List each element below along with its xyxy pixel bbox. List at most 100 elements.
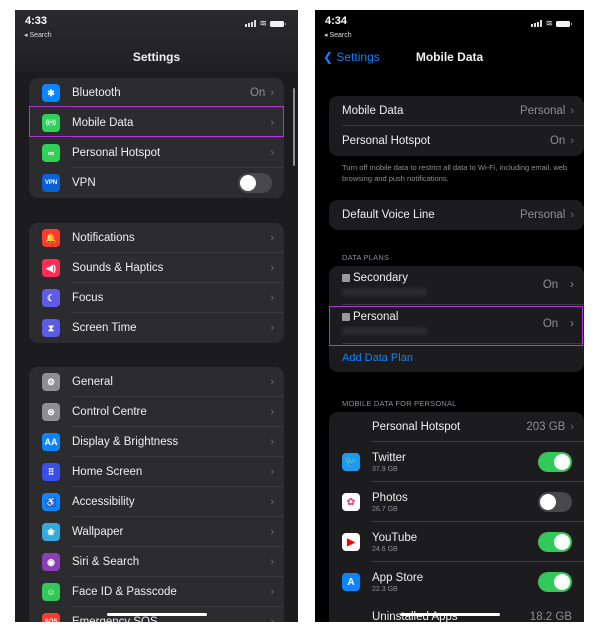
app-data-toggle[interactable] bbox=[538, 452, 572, 472]
battery-icon bbox=[556, 20, 572, 27]
connectivity-group: ✱ Bluetooth On › ((•)) Mobile Data › ∞ Personal … bbox=[29, 78, 284, 198]
row-value: On bbox=[549, 135, 566, 147]
app-data-toggle[interactable] bbox=[538, 572, 572, 592]
app-usage-row: ▶ YouTube 24.6 GB bbox=[329, 522, 584, 562]
chevron-right-icon: › bbox=[270, 496, 274, 508]
mobile-data-group: Mobile Data Personal › Personal Hotspot … bbox=[329, 96, 584, 156]
row-label: Home Screen bbox=[72, 466, 143, 478]
row-value: Personal bbox=[519, 209, 566, 221]
page-title: Settings bbox=[132, 50, 181, 64]
settings-row-accessibility[interactable]: ♿ Accessibility › bbox=[29, 487, 284, 517]
personal-hotspot-row[interactable]: Personal Hotspot On › bbox=[329, 126, 584, 156]
scrollbar[interactable] bbox=[293, 88, 295, 166]
toggle-knob bbox=[554, 454, 570, 470]
bluetooth-icon: ✱ bbox=[42, 84, 60, 102]
face-id-icon: ☺ bbox=[42, 583, 60, 601]
settings-row-notifications[interactable]: 🔔 Notifications › bbox=[29, 223, 284, 253]
vpn-toggle[interactable] bbox=[238, 173, 272, 193]
row-label: Screen Time bbox=[72, 322, 137, 334]
settings-row-wallpaper[interactable]: ❀ Wallpaper › bbox=[29, 517, 284, 547]
settings-row-sounds-haptics[interactable]: ◀) Sounds & Haptics › bbox=[29, 253, 284, 283]
settings-row-screen-time[interactable]: ⧗ Screen Time › bbox=[29, 313, 284, 343]
chevron-right-icon: › bbox=[270, 262, 274, 274]
sim-badge-icon bbox=[342, 274, 350, 282]
row-label: Bluetooth bbox=[72, 87, 121, 99]
chevron-right-icon: › bbox=[270, 232, 274, 244]
hourglass-icon: ⧗ bbox=[42, 319, 60, 337]
back-to-search-link[interactable]: ◂ Search bbox=[24, 31, 52, 39]
status-time: 4:34 bbox=[325, 15, 348, 27]
settings-row-personal-hotspot[interactable]: ∞ Personal Hotspot › bbox=[29, 138, 284, 168]
status-bar: 4:34 ◂ Search ≋ bbox=[315, 10, 584, 48]
usage-header: MOBILE DATA FOR PERSONAL bbox=[342, 399, 457, 408]
app-data-size: 22.3 GB bbox=[372, 586, 398, 593]
accessibility-icon: ♿ bbox=[42, 493, 60, 511]
app-usage-row: 🐦 Twitter 37.9 GB bbox=[329, 442, 584, 482]
settings-row-bluetooth[interactable]: ✱ Bluetooth On › bbox=[29, 78, 284, 108]
notifications-group: 🔔 Notifications › ◀) Sounds & Haptics › ☾ Focus… bbox=[29, 223, 284, 343]
app-usage-row: A App Store 22.3 GB bbox=[329, 562, 584, 602]
chevron-right-icon: › bbox=[270, 117, 274, 129]
text-size-icon: AA bbox=[42, 433, 60, 451]
plan-status: On bbox=[542, 318, 559, 330]
siri-icon: ◉ bbox=[42, 553, 60, 571]
sim-badge-icon bbox=[342, 313, 350, 321]
row-value: Personal bbox=[519, 105, 566, 117]
row-label: Mobile Data bbox=[342, 105, 404, 117]
chevron-right-icon: › bbox=[270, 526, 274, 538]
app-name: YouTube bbox=[372, 532, 418, 544]
plan-name: Personal bbox=[353, 311, 399, 323]
toggle-knob bbox=[554, 534, 570, 550]
settings-row-vpn[interactable]: VPN VPN bbox=[29, 168, 284, 198]
default-voice-line-row[interactable]: Default Voice Line Personal › bbox=[329, 200, 584, 230]
settings-screen: 4:33 ◂ Search ≋ Settings ✱ Bluetooth On ›((… bbox=[15, 10, 298, 622]
battery-icon bbox=[270, 20, 286, 27]
mobile-data-row[interactable]: Mobile Data Personal › bbox=[329, 96, 584, 126]
app-name: Twitter bbox=[372, 452, 406, 464]
general-group: ⚙ General › ⊜ Control Centre › AA Display & Bri… bbox=[29, 367, 284, 622]
row-label: Notifications bbox=[72, 232, 135, 244]
settings-row-mobile-data[interactable]: ((•)) Mobile Data › bbox=[29, 108, 284, 138]
wifi-icon: ≋ bbox=[545, 18, 553, 28]
settings-row-focus[interactable]: ☾ Focus › bbox=[29, 283, 284, 313]
row-label: Emergency SOS bbox=[72, 616, 158, 622]
settings-row-control-centre[interactable]: ⊜ Control Centre › bbox=[29, 397, 284, 427]
app-data-size: 26.7 GB bbox=[372, 506, 398, 513]
status-time: 4:33 bbox=[25, 15, 48, 27]
back-to-search-link[interactable]: ◂ Search bbox=[324, 31, 352, 39]
settings-row-siri-search[interactable]: ◉ Siri & Search › bbox=[29, 547, 284, 577]
chevron-right-icon: › bbox=[270, 147, 274, 159]
chevron-right-icon: › bbox=[270, 292, 274, 304]
app-name: Photos bbox=[372, 492, 408, 504]
row-value: On bbox=[249, 87, 266, 99]
add-data-plan-button[interactable]: Add Data Plan bbox=[329, 344, 584, 372]
app-usage-group: Personal Hotspot 203 GB › 🐦 Twitter 37.9 G… bbox=[329, 412, 584, 622]
twitter-icon: 🐦 bbox=[342, 453, 360, 471]
row-value: 203 GB bbox=[526, 421, 566, 433]
hotspot-usage-row[interactable]: Personal Hotspot 203 GB › bbox=[329, 412, 584, 442]
row-value: 18.2 GB bbox=[529, 611, 572, 622]
settings-row-home-screen[interactable]: ⠿ Home Screen › bbox=[29, 457, 284, 487]
settings-row-display-brightness[interactable]: AA Display & Brightness › bbox=[29, 427, 284, 457]
app-data-size: 37.9 GB bbox=[372, 466, 398, 473]
blurred-phone-number bbox=[342, 327, 427, 335]
vpn-icon: VPN bbox=[42, 174, 60, 192]
settings-row-general[interactable]: ⚙ General › bbox=[29, 367, 284, 397]
plan-row-secondary[interactable]: Secondary On › bbox=[329, 266, 584, 305]
app-data-toggle[interactable] bbox=[538, 532, 572, 552]
app-grid-icon: ⠿ bbox=[42, 463, 60, 481]
row-label: Control Centre bbox=[72, 406, 147, 418]
plan-status: On bbox=[542, 279, 559, 291]
app-store-icon: A bbox=[342, 573, 360, 591]
plan-row-personal[interactable]: Personal On › bbox=[329, 305, 584, 344]
home-indicator[interactable] bbox=[106, 613, 207, 616]
app-data-toggle[interactable] bbox=[538, 492, 572, 512]
row-label: General bbox=[72, 376, 113, 388]
row-label: Mobile Data bbox=[72, 117, 134, 129]
home-indicator[interactable] bbox=[399, 613, 500, 616]
app-usage-row: ✿ Photos 26.7 GB bbox=[329, 482, 584, 522]
chevron-right-icon: › bbox=[270, 616, 274, 622]
settings-row-face-id-passcode[interactable]: ☺ Face ID & Passcode › bbox=[29, 577, 284, 607]
nav-bar: ❮ Settings Mobile Data bbox=[315, 48, 584, 70]
row-label: Personal Hotspot bbox=[342, 135, 431, 147]
